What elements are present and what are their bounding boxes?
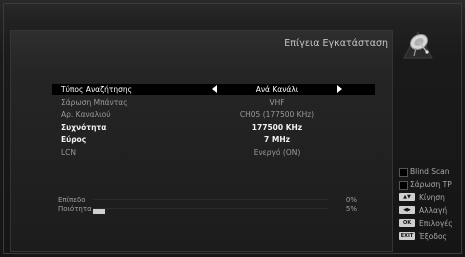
setting-row-search-type[interactable]: Τύπος Αναζήτησης Ανά Κανάλι bbox=[52, 84, 375, 95]
signal-quality-label: Ποιότητα bbox=[58, 205, 92, 213]
ok-key-icon: OK bbox=[399, 219, 415, 227]
setting-value: Ενεργό (ON) bbox=[253, 148, 301, 157]
setting-label: Τύπος Αναζήτησης bbox=[61, 85, 133, 94]
setting-value: Ανά Κανάλι bbox=[255, 85, 299, 94]
setting-value: CH05 (177500 KHz) bbox=[239, 110, 315, 119]
legend-label: Blind Scan bbox=[410, 167, 450, 176]
setting-label: Αρ. Καναλιού bbox=[61, 110, 111, 119]
setting-row-band-scan[interactable]: Σάρωση Μπάντας VHF bbox=[52, 97, 375, 108]
setting-value: VHF bbox=[269, 98, 285, 107]
setting-row-lcn[interactable]: LCN Ενεργό (ON) bbox=[52, 147, 375, 158]
signal-level-label: Επίπεδο bbox=[58, 196, 86, 204]
up-down-key-icon: ▲▼ bbox=[399, 193, 415, 201]
setting-label: Συχνότητα bbox=[61, 123, 107, 132]
legend-label: Σάρωση TP bbox=[410, 180, 452, 189]
blue-key-icon bbox=[399, 168, 408, 177]
left-right-key-icon: ◀▶ bbox=[399, 206, 415, 214]
signal-level-bar bbox=[93, 199, 328, 205]
page-title: Επίγεια Εγκατάσταση bbox=[284, 38, 388, 49]
legend-label: Αλλαγή bbox=[419, 206, 448, 215]
legend-label: Έξοδος bbox=[419, 232, 447, 241]
satellite-dish-icon bbox=[403, 30, 433, 59]
yellow-key-icon bbox=[399, 181, 408, 190]
signal-level-value: 0% bbox=[345, 196, 357, 204]
signal-quality-bar bbox=[93, 208, 328, 214]
setting-value: 177500 KHz bbox=[251, 123, 303, 132]
exit-key-icon: EXIT bbox=[399, 232, 415, 240]
setting-label: Εύρος bbox=[61, 135, 87, 144]
arrow-right-icon[interactable] bbox=[337, 85, 342, 93]
signal-quality-value: 5% bbox=[345, 205, 357, 213]
setting-row-channel-number[interactable]: Αρ. Καναλιού CH05 (177500 KHz) bbox=[52, 109, 375, 120]
signal-quality-fill bbox=[93, 209, 105, 214]
setting-label: LCN bbox=[61, 148, 77, 157]
setting-row-frequency[interactable]: Συχνότητα 177500 KHz bbox=[52, 122, 375, 133]
setting-value: 7 MHz bbox=[264, 135, 290, 144]
legend-label: Επιλογές bbox=[419, 219, 453, 228]
legend-label: Κίνηση bbox=[419, 193, 445, 202]
setting-row-bandwidth[interactable]: Εύρος 7 MHz bbox=[52, 134, 375, 145]
tv-screen: Επίγεια Εγκατάσταση Τύπος Αναζήτησης Ανά… bbox=[0, 0, 465, 257]
setting-label: Σάρωση Μπάντας bbox=[61, 98, 128, 107]
